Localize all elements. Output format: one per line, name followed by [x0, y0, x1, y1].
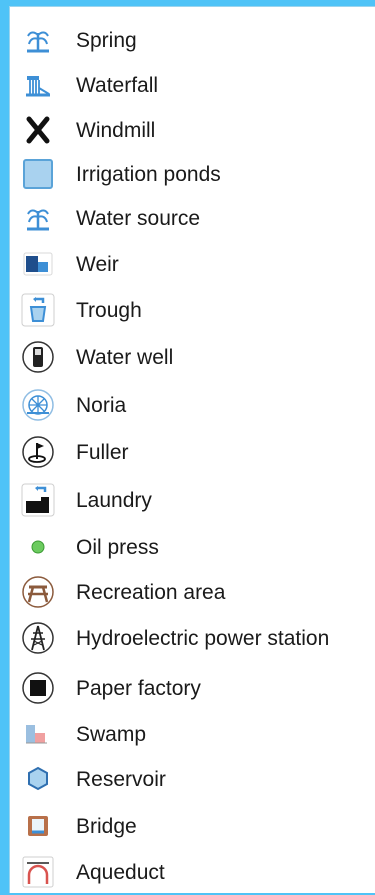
legend-item-fuller[interactable]: Fuller — [10, 431, 375, 475]
legend-item-label: Water well — [76, 346, 174, 369]
legend-item-noria[interactable]: Noria — [10, 384, 375, 428]
picnic-table-icon — [21, 575, 55, 609]
green-dot-icon — [21, 530, 55, 564]
legend-item-label: Swamp — [76, 723, 147, 746]
legend-item-bridge[interactable]: Bridge — [10, 805, 375, 849]
legend-item-hydroelectric-power-station[interactable]: Hydroelectric power station — [10, 617, 375, 661]
legend-item-label: Bridge — [76, 815, 137, 838]
hexagon-icon — [21, 762, 55, 796]
legend-item-recreation-area[interactable]: Recreation area — [10, 571, 375, 615]
legend-item-label: Laundry — [76, 489, 152, 512]
legend-item-label: Irrigation ponds — [76, 163, 221, 186]
arch-icon — [21, 855, 55, 889]
power-tower-icon — [21, 621, 55, 655]
legend-item-label: Oil press — [76, 536, 159, 559]
legend-item-reservoir[interactable]: Reservoir — [10, 758, 375, 802]
legend-item-water-source[interactable]: Water source — [10, 197, 375, 241]
black-square-icon — [21, 671, 55, 705]
legend-item-trough[interactable]: Trough — [10, 289, 375, 333]
fountain-icon — [21, 23, 55, 57]
legend-item-label: Paper factory — [76, 677, 201, 700]
legend-item-spring[interactable]: Spring — [10, 19, 375, 63]
legend-item-waterfall[interactable]: Waterfall — [10, 64, 375, 108]
bridge-icon — [21, 809, 55, 843]
legend-item-water-well[interactable]: Water well — [10, 336, 375, 380]
legend-item-paper-factory[interactable]: Paper factory — [10, 667, 375, 711]
weir-icon — [21, 247, 55, 281]
trough-icon — [21, 293, 55, 327]
laundry-icon — [21, 483, 55, 517]
legend-item-windmill[interactable]: Windmill — [10, 109, 375, 153]
legend-item-label: Spring — [76, 29, 137, 52]
swamp-icon — [21, 717, 55, 751]
waterfall-icon — [21, 68, 55, 102]
noria-icon — [21, 388, 55, 422]
legend-item-laundry[interactable]: Laundry — [10, 479, 375, 523]
legend-item-label: Water source — [76, 207, 201, 230]
fuller-icon — [21, 435, 55, 469]
legend-item-label: Weir — [76, 253, 119, 276]
legend-item-label: Hydroelectric power station — [76, 627, 330, 650]
legend-item-label: Trough — [76, 299, 142, 322]
legend-item-label: Noria — [76, 394, 127, 417]
legend-panel: Spring Waterfall Windmill Irrigation pon… — [9, 6, 375, 893]
legend-item-label: Windmill — [76, 119, 156, 142]
legend-item-label: Waterfall — [76, 74, 159, 97]
pond-square-icon — [21, 157, 55, 191]
legend-item-aqueduct[interactable]: Aqueduct — [10, 851, 375, 895]
fountain-icon — [21, 201, 55, 235]
legend-item-swamp[interactable]: Swamp — [10, 713, 375, 757]
well-icon — [21, 340, 55, 374]
legend-item-label: Reservoir — [76, 768, 166, 791]
windmill-icon — [21, 113, 55, 147]
legend-item-irrigation-ponds[interactable]: Irrigation ponds — [10, 153, 375, 197]
legend-item-label: Fuller — [76, 441, 129, 464]
legend-item-label: Recreation area — [76, 581, 226, 604]
legend-item-weir[interactable]: Weir — [10, 243, 375, 287]
legend-item-oil-press[interactable]: Oil press — [10, 526, 375, 570]
legend-item-label: Aqueduct — [76, 861, 165, 884]
